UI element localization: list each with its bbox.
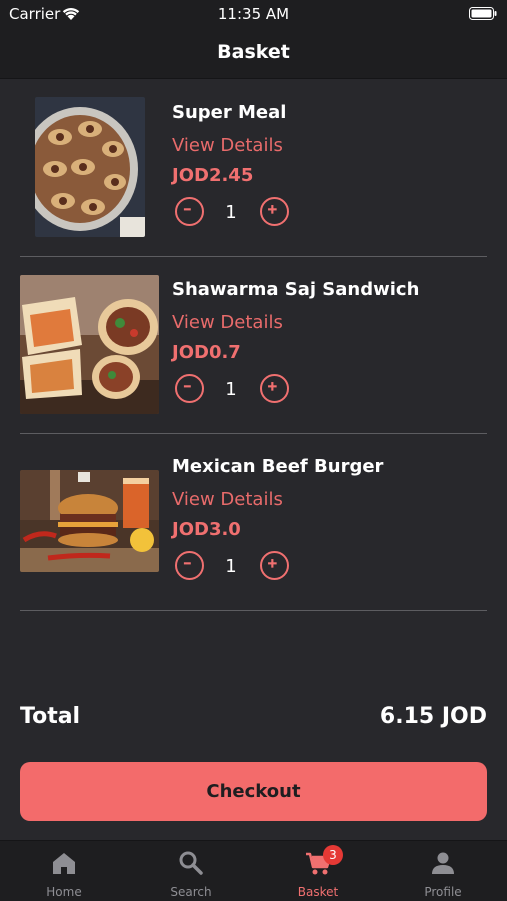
total-value: 6.15 JOD xyxy=(379,704,487,729)
status-bar: Carrier 11:35 AM xyxy=(0,0,507,28)
search-icon xyxy=(179,851,203,875)
view-details-link[interactable]: View Details xyxy=(172,489,283,510)
decrease-quantity-button[interactable] xyxy=(175,197,204,226)
view-details-link[interactable]: View Details xyxy=(172,312,283,333)
profile-icon xyxy=(432,852,454,874)
minus-icon xyxy=(183,385,191,388)
home-icon xyxy=(53,853,75,874)
checkout-button[interactable]: Checkout xyxy=(20,762,487,821)
increase-quantity-button[interactable] xyxy=(260,551,289,580)
basket-item: Super Meal View Details JOD2.45 1 xyxy=(20,79,487,257)
beef-burger-image xyxy=(20,470,159,572)
item-name: Shawarma Saj Sandwich xyxy=(172,279,420,300)
item-price: JOD0.7 xyxy=(172,342,241,363)
plus-icon xyxy=(268,382,277,391)
minus-icon xyxy=(183,562,191,565)
quantity-value: 1 xyxy=(225,556,237,577)
increase-quantity-button[interactable] xyxy=(260,197,289,226)
plus-icon xyxy=(268,559,277,568)
tab-profile[interactable]: Profile xyxy=(393,841,493,901)
tab-label: Basket xyxy=(297,885,339,899)
navigation-bar: Basket xyxy=(0,28,507,79)
battery-icon xyxy=(469,7,497,20)
tab-label: Profile xyxy=(424,885,462,899)
page-title: Basket xyxy=(217,41,290,63)
view-details-link[interactable]: View Details xyxy=(172,135,283,156)
item-name: Mexican Beef Burger xyxy=(172,456,384,477)
tab-label: Home xyxy=(46,885,82,899)
item-price: JOD2.45 xyxy=(172,165,254,186)
tab-bar: Home Search 3 Basket Profile xyxy=(0,840,507,901)
total-label: Total xyxy=(20,704,81,729)
tab-label: Search xyxy=(170,885,212,899)
plus-icon xyxy=(268,205,277,214)
decrease-quantity-button[interactable] xyxy=(175,551,204,580)
quantity-value: 1 xyxy=(225,379,237,400)
item-price: JOD3.0 xyxy=(172,519,241,540)
shawarma-sandwich-image xyxy=(20,275,159,414)
increase-quantity-button[interactable] xyxy=(260,374,289,403)
decrease-quantity-button[interactable] xyxy=(175,374,204,403)
super-meal-image xyxy=(35,97,145,237)
quantity-value: 1 xyxy=(225,202,237,223)
basket-item: Shawarma Saj Sandwich View Details JOD0.… xyxy=(20,256,487,434)
item-name: Super Meal xyxy=(172,102,287,123)
tab-home[interactable]: Home xyxy=(14,841,114,901)
minus-icon xyxy=(183,208,191,211)
tab-search[interactable]: Search xyxy=(141,841,241,901)
cart-count-badge: 3 xyxy=(323,845,343,865)
status-time: 11:35 AM xyxy=(217,5,290,23)
tab-basket[interactable]: 3 Basket xyxy=(268,841,368,901)
basket-item: Mexican Beef Burger View Details JOD3.0 … xyxy=(20,433,487,611)
